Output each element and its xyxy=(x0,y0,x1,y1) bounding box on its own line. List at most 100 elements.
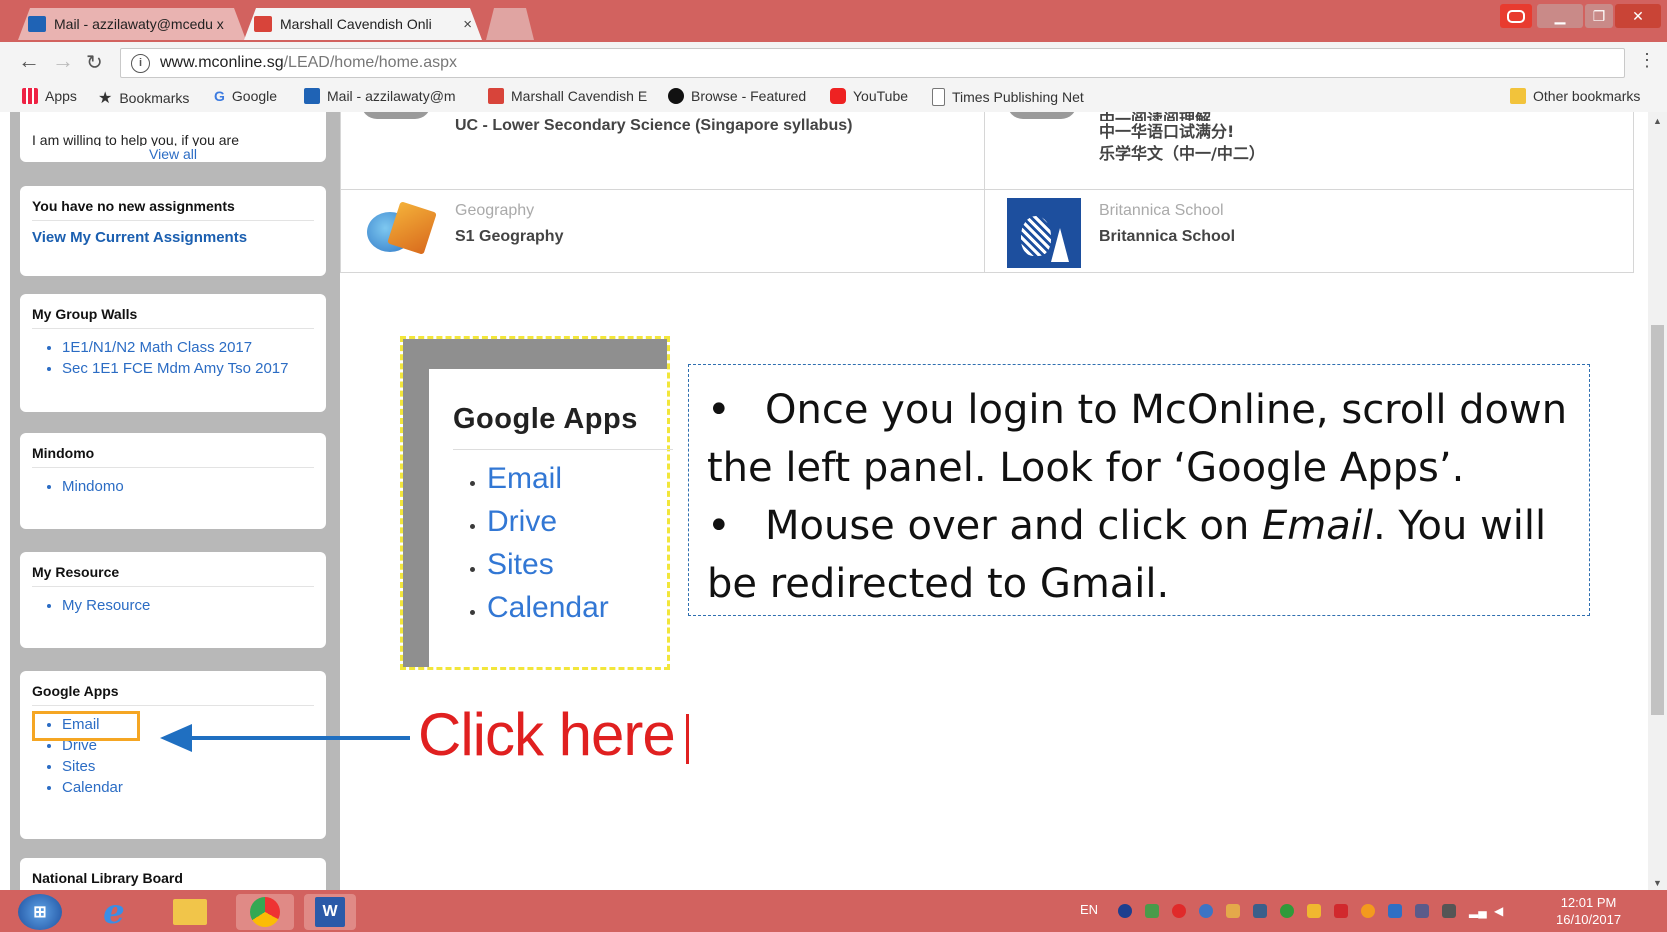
google-apps-card: Google Apps Email Drive Sites Calendar xyxy=(20,671,326,839)
start-button[interactable]: ⊞ xyxy=(18,894,62,930)
inset-calendar: Calendar xyxy=(487,586,609,629)
apps-grid-icon xyxy=(22,88,38,104)
inset-title: Google Apps xyxy=(453,403,638,435)
assignments-title: You have no new assignments xyxy=(32,198,314,221)
youtube-icon xyxy=(830,88,846,104)
view-assignments-link[interactable]: View My Current Assignments xyxy=(32,229,314,246)
group-walls-title: My Group Walls xyxy=(32,306,314,329)
mc-icon xyxy=(488,88,504,104)
bookmark-label: Marshall Cavendish E xyxy=(511,88,648,104)
inset-frame xyxy=(403,339,667,369)
instruction-step-1: • Once you login to McOnline, scroll down… xyxy=(707,381,1571,497)
tray-app-icon[interactable] xyxy=(1199,904,1213,918)
instruction-emphasis: Email xyxy=(1262,503,1373,549)
tab-mail[interactable]: Mail - azzilawaty@mcedu x xyxy=(18,8,246,40)
bookmark-apps[interactable]: Apps xyxy=(22,88,77,104)
tab-marshall-cavendish[interactable]: Marshall Cavendish Onli × xyxy=(244,8,482,40)
tray-app-icon[interactable] xyxy=(1172,904,1186,918)
volume-icon[interactable]: ◀ xyxy=(1494,904,1508,918)
chrome-icon[interactable] xyxy=(236,894,294,930)
group-wall-item[interactable]: Sec 1E1 FCE Mdm Amy Tso 2017 xyxy=(62,358,314,379)
bookmark-label: Google xyxy=(231,88,278,104)
google-apps-title: Google Apps xyxy=(32,683,314,706)
assignments-card: You have no new assignments View My Curr… xyxy=(20,186,326,276)
course-line: 乐学华文（中一/中二） xyxy=(1099,144,1265,163)
bookmark-marshall[interactable]: Marshall Cavendish E xyxy=(488,88,647,104)
bookmark-times[interactable]: Times Publishing Net xyxy=(932,88,1084,106)
clock-date: 16/10/2017 xyxy=(1556,912,1622,927)
file-explorer-icon[interactable] xyxy=(170,894,210,930)
mc-icon xyxy=(254,16,272,32)
my-resource-title: My Resource xyxy=(32,564,314,587)
mindomo-title: Mindomo xyxy=(32,445,314,468)
new-tab-button[interactable] xyxy=(486,8,534,40)
tray-app-icon[interactable] xyxy=(1226,904,1240,918)
sites-link[interactable]: Sites xyxy=(62,756,314,777)
minimize-button[interactable]: ▁ xyxy=(1537,4,1583,28)
mindomo-card: Mindomo Mindomo xyxy=(20,433,326,529)
close-tab-icon[interactable]: × xyxy=(463,16,472,33)
course-tile-geography[interactable]: Geography S1 Geography xyxy=(340,189,985,273)
tray-app-icon[interactable] xyxy=(1442,904,1456,918)
bookmark-browse[interactable]: Browse - Featured xyxy=(668,88,806,104)
tray-app-icon[interactable] xyxy=(1307,904,1321,918)
tray-app-icon[interactable] xyxy=(1361,904,1375,918)
close-window-button[interactable]: ✕ xyxy=(1615,4,1661,28)
other-bookmarks[interactable]: Other bookmarks xyxy=(1510,88,1640,104)
url-path: /LEAD/home/home.aspx xyxy=(283,54,458,71)
menu-icon[interactable]: ⋮ xyxy=(1638,50,1656,71)
inset-drive: Drive xyxy=(487,500,609,543)
bookmark-google[interactable]: G Google xyxy=(214,88,277,104)
info-icon[interactable]: i xyxy=(131,53,150,73)
internet-explorer-icon[interactable]: e xyxy=(94,892,134,932)
network-icon[interactable]: ▂▄ xyxy=(1469,904,1487,918)
course-tile-chinese[interactable]: 中一阅读阅理解 中一华语口试满分! 乐学华文（中一/中二） xyxy=(984,112,1634,190)
outlook-icon xyxy=(28,16,46,32)
tab-mc-label: Marshall Cavendish Onli xyxy=(280,16,432,32)
inset-email: Email xyxy=(487,457,609,500)
bullet: • xyxy=(707,503,731,549)
course-line: 中一阅读阅理解 xyxy=(1099,112,1265,121)
profile-icon[interactable] xyxy=(1500,4,1532,28)
my-resource-link[interactable]: My Resource xyxy=(62,595,314,616)
forward-icon[interactable]: → xyxy=(52,48,74,74)
language-indicator[interactable]: EN xyxy=(1080,902,1098,917)
instruction-text: Mouse over and click on xyxy=(765,503,1263,549)
back-icon[interactable]: ← xyxy=(18,48,40,74)
bookmark-mail[interactable]: Mail - azzilawaty@m xyxy=(304,88,457,104)
bookmark-bookmarks[interactable]: ★ Bookmarks xyxy=(98,88,189,108)
course-tile-science[interactable]: UC - Lower Secondary Science (Singapore … xyxy=(340,112,985,190)
other-bookmarks-label: Other bookmarks xyxy=(1533,88,1641,104)
tray-app-icon[interactable] xyxy=(1145,904,1159,918)
reload-icon[interactable]: ↻ xyxy=(86,50,103,75)
word-icon[interactable]: W xyxy=(304,894,356,930)
mindomo-link[interactable]: Mindomo xyxy=(62,476,314,497)
tray-app-icon[interactable] xyxy=(1388,904,1402,918)
scrollbar-thumb[interactable] xyxy=(1651,325,1664,715)
address-bar[interactable]: i www.mconline.sg/LEAD/home/home.aspx xyxy=(120,48,1625,78)
scroll-up-icon[interactable]: ▲ xyxy=(1648,116,1667,126)
course-category: Geography xyxy=(455,202,535,219)
message-card: I am willing to help you, if you are Vie… xyxy=(20,112,326,162)
course-tile-britannica[interactable]: Britannica School Britannica School xyxy=(984,189,1634,273)
bookmark-label: Bookmarks xyxy=(119,90,190,106)
inset-sites: Sites xyxy=(487,543,609,586)
course-category: Britannica School xyxy=(1099,202,1224,219)
geography-globe-icon xyxy=(363,201,437,258)
tray-app-icon[interactable] xyxy=(1415,904,1429,918)
scroll-down-icon[interactable]: ▼ xyxy=(1648,878,1667,888)
page-icon xyxy=(932,88,945,106)
view-all-link[interactable]: View all xyxy=(32,146,314,162)
bookmark-youtube[interactable]: YouTube xyxy=(830,88,908,104)
clock[interactable]: 12:01 PM 16/10/2017 xyxy=(1556,894,1621,928)
my-resource-card: My Resource My Resource xyxy=(20,552,326,648)
instruction-callout: • Once you login to McOnline, scroll down… xyxy=(688,364,1590,616)
calendar-link[interactable]: Calendar xyxy=(62,777,314,798)
bluetooth-icon[interactable] xyxy=(1118,904,1132,918)
group-wall-item[interactable]: 1E1/N1/N2 Math Class 2017 xyxy=(62,337,314,358)
tray-app-icon[interactable] xyxy=(1334,904,1348,918)
text-caret xyxy=(686,714,689,764)
maximize-button[interactable]: ❐ xyxy=(1585,4,1613,28)
tray-app-icon[interactable] xyxy=(1253,904,1267,918)
tray-app-icon[interactable] xyxy=(1280,904,1294,918)
